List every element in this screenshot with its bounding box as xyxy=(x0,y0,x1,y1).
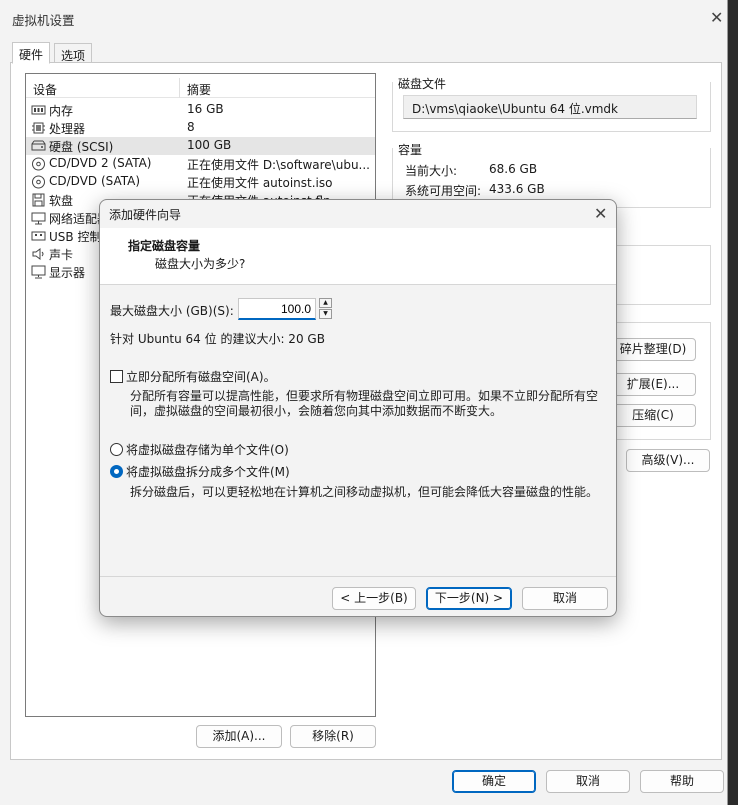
device-row-harddisk[interactable]: 硬盘 (SCSI) 100 GB xyxy=(26,137,375,155)
tab-hardware[interactable]: 硬件 xyxy=(12,42,51,64)
current-size-value: 68.6 GB xyxy=(489,162,538,176)
free-space-label: 系统可用空间: xyxy=(405,184,482,198)
device-row-cd-dvd-2[interactable]: CD/DVD 2 (SATA) 正在使用文件 D:\software\ubu..… xyxy=(26,155,375,173)
disk-file-path-field[interactable]: D:\vms\qiaoke\Ubuntu 64 位.vmdk xyxy=(403,95,697,119)
allocate-checkbox[interactable] xyxy=(110,370,123,383)
wizard-close-icon[interactable]: ✕ xyxy=(594,206,607,222)
wizard-header: 指定磁盘容量 磁盘大小为多少? xyxy=(100,228,616,285)
single-file-radio[interactable] xyxy=(110,443,123,456)
sound-icon xyxy=(31,247,46,261)
memory-icon xyxy=(31,103,46,117)
usb-icon xyxy=(31,229,46,243)
max-size-input[interactable] xyxy=(238,298,316,320)
allocate-description: 分配所有容量可以提高性能，但要求所有物理磁盘空间立即可用。如果不立即分配所有空间… xyxy=(130,389,599,418)
device-name: CD/DVD (SATA) xyxy=(49,174,141,188)
split-files-label[interactable]: 将虚拟磁盘拆分成多个文件(M) xyxy=(126,463,290,480)
defrag-button[interactable]: 碎片整理(D) xyxy=(610,338,696,361)
monitor-icon xyxy=(31,265,46,279)
column-header-summary[interactable]: 摘要 xyxy=(187,81,211,98)
wizard-title: 添加硬件向导 xyxy=(109,208,182,222)
back-button[interactable]: < 上一步(B) xyxy=(332,587,416,610)
device-row-memory[interactable]: 内存 16 GB xyxy=(26,101,375,119)
split-description: 拆分磁盘后，可以更轻松地在计算机之间移动虚拟机，但可能会降低大容量磁盘的性能。 xyxy=(130,485,599,499)
add-device-button[interactable]: 添加(A)... xyxy=(196,725,282,748)
device-summary: 正在使用文件 autoinst.iso xyxy=(187,176,333,190)
device-name: 内存 xyxy=(49,104,74,118)
device-list-header: 设备 摘要 xyxy=(26,78,375,98)
free-space-value: 433.6 GB xyxy=(489,182,545,196)
single-file-label[interactable]: 将虚拟磁盘存储为单个文件(O) xyxy=(126,441,289,458)
remove-device-button[interactable]: 移除(R) xyxy=(290,725,376,748)
device-summary: 正在使用文件 D:\software\ubu... xyxy=(187,158,370,172)
window-title: 虚拟机设置 xyxy=(12,13,75,28)
processor-icon xyxy=(31,121,46,135)
device-name: 处理器 xyxy=(49,122,86,136)
cancel-button[interactable]: 取消 xyxy=(546,770,630,793)
device-summary: 8 xyxy=(187,120,195,134)
max-size-spin-up[interactable]: ▲ xyxy=(319,298,332,308)
next-button[interactable]: 下一步(N) > xyxy=(426,587,512,610)
ok-button[interactable]: 确定 xyxy=(452,770,536,793)
add-hardware-wizard-dialog: 添加硬件向导 ✕ 指定磁盘容量 磁盘大小为多少? 最大磁盘大小 (GB)(S):… xyxy=(99,199,617,617)
allocate-label[interactable]: 立即分配所有磁盘空间(A)。 xyxy=(126,368,276,385)
cd-icon xyxy=(31,157,46,171)
split-files-radio[interactable] xyxy=(110,465,123,478)
device-name: 声卡 xyxy=(49,248,74,262)
max-size-label: 最大磁盘大小 (GB)(S): xyxy=(110,304,234,318)
compact-button[interactable]: 压缩(C) xyxy=(610,404,696,427)
column-header-device[interactable]: 设备 xyxy=(33,81,57,98)
device-summary: 16 GB xyxy=(187,102,224,116)
advanced-button[interactable]: 高级(V)... xyxy=(626,449,710,472)
device-name: CD/DVD 2 (SATA) xyxy=(49,156,152,170)
help-button[interactable]: 帮助 xyxy=(640,770,724,793)
harddisk-icon xyxy=(31,139,46,153)
expand-button[interactable]: 扩展(E)... xyxy=(610,373,696,396)
wizard-cancel-button[interactable]: 取消 xyxy=(522,587,608,610)
current-size-label: 当前大小: xyxy=(405,164,458,178)
wizard-footer-separator xyxy=(100,576,616,577)
device-name: 软盘 xyxy=(49,194,74,208)
network-icon xyxy=(31,211,46,225)
device-row-cd-dvd[interactable]: CD/DVD (SATA) 正在使用文件 autoinst.iso xyxy=(26,173,375,191)
device-name: 显示器 xyxy=(49,266,86,280)
recommended-size: 针对 Ubuntu 64 位 的建议大小: 20 GB xyxy=(110,332,325,346)
wizard-subheading: 磁盘大小为多少? xyxy=(155,257,246,271)
cd-icon xyxy=(31,175,46,189)
max-size-spin-down[interactable]: ▼ xyxy=(319,309,332,319)
device-name: 硬盘 (SCSI) xyxy=(49,140,114,154)
floppy-icon xyxy=(31,193,46,207)
wizard-heading: 指定磁盘容量 xyxy=(128,239,201,253)
device-summary: 100 GB xyxy=(187,138,232,152)
window-close-icon[interactable]: ✕ xyxy=(710,10,723,26)
column-separator[interactable] xyxy=(179,78,180,98)
device-row-processor[interactable]: 处理器 8 xyxy=(26,119,375,137)
